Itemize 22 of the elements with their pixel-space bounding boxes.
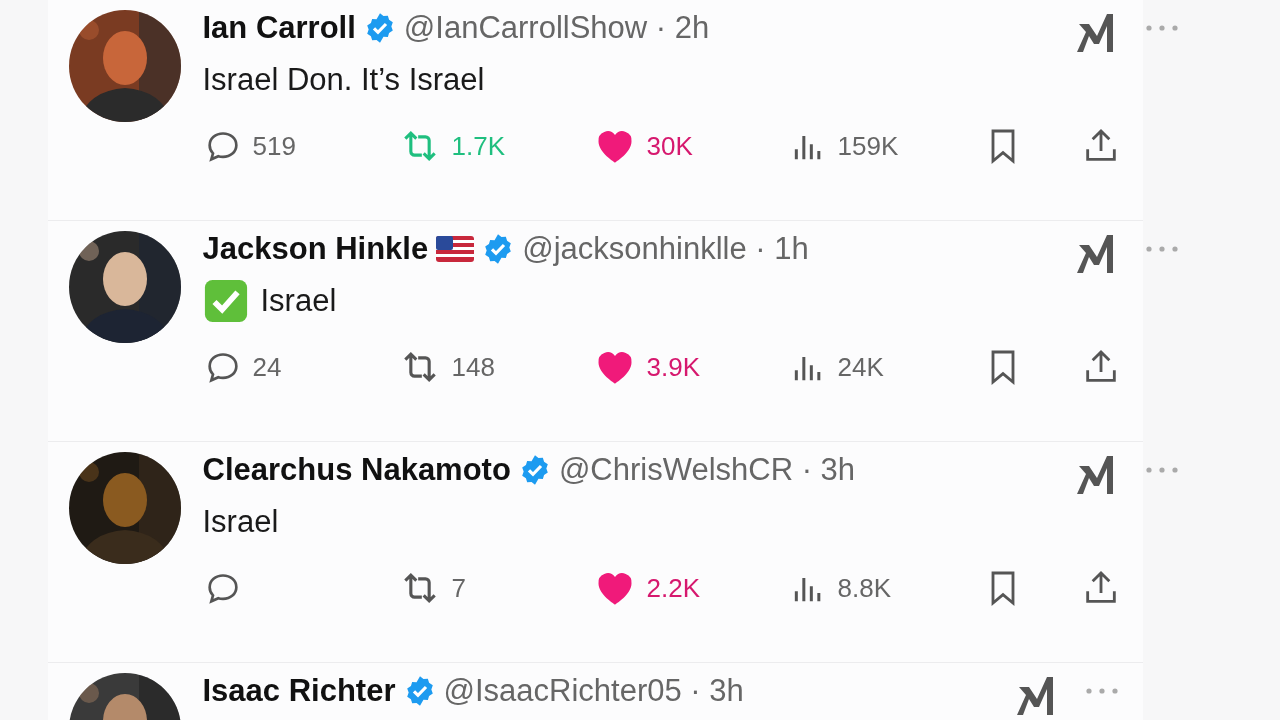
handle-and-time: @IanCarrollShow · 2h: [403, 10, 710, 46]
author-name[interactable]: Ian Carroll: [202, 10, 356, 46]
views-count: 8.8K: [837, 572, 891, 604]
repost-count: 1.7K: [451, 130, 505, 162]
like-count: 3.9K: [646, 351, 700, 383]
reply-count: 24: [252, 351, 282, 383]
repost-count: 148: [451, 351, 495, 383]
handle-and-time: @IsaacRichter05 · 3h: [443, 673, 744, 709]
author-name[interactable]: Clearchus Nakamoto: [202, 452, 511, 488]
repost-count: 7: [451, 572, 466, 604]
author-name[interactable]: Jackson Hinkle: [202, 231, 429, 267]
views-count: 159K: [837, 130, 899, 162]
author-name[interactable]: Isaac Richter: [202, 673, 396, 709]
post-text: Israel: [202, 504, 279, 540]
handle-and-time: @jacksonhinklle · 1h: [522, 231, 809, 267]
like-count: 30K: [646, 130, 693, 162]
views-count: 24K: [837, 351, 884, 383]
reply-count: 519: [252, 130, 296, 162]
handle-and-time: @ChrisWelshCR · 3h: [558, 452, 856, 488]
like-count: 2.2K: [646, 572, 700, 604]
post-text: Israel Don. It’s Israel: [202, 62, 485, 98]
post-text: Israel: [260, 283, 337, 319]
